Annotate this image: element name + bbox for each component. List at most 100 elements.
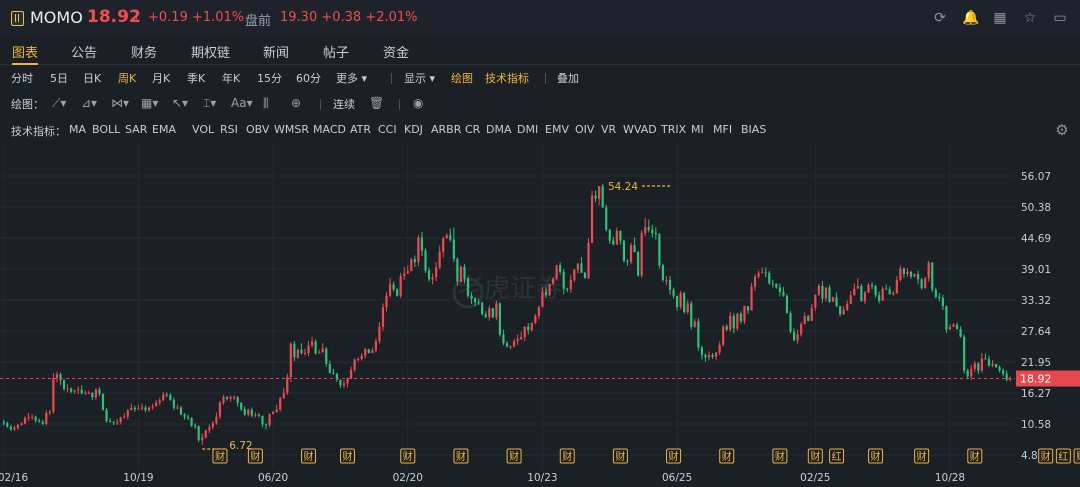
period-yearly[interactable]: 年K — [222, 70, 240, 86]
candle-body — [672, 289, 675, 296]
indicator-trix[interactable]: TRIX — [661, 123, 686, 136]
indicator-bias[interactable]: BIAS — [741, 123, 766, 136]
overlay-button[interactable]: 叠加 — [557, 70, 579, 86]
indicator-mi[interactable]: MI — [691, 123, 704, 136]
tab-posts[interactable]: 帖子 — [323, 42, 349, 61]
zoom-tool-icon[interactable]: ⊕ — [291, 96, 301, 110]
indicator-wvad[interactable]: WVAD — [623, 123, 657, 136]
event-badge-label[interactable]: 财 — [215, 450, 225, 463]
candle-body — [722, 326, 725, 345]
event-badge-label[interactable]: 财 — [304, 450, 314, 463]
candle-body — [438, 251, 441, 268]
period-15min[interactable]: 15分 — [257, 70, 282, 86]
indicator-arbr[interactable]: ARBR — [431, 123, 461, 136]
period-weekly[interactable]: 周K — [118, 70, 136, 86]
event-badge-label[interactable]: 财 — [509, 450, 519, 463]
event-badge-label[interactable]: 财 — [970, 450, 980, 463]
indicator-dmi[interactable]: DMI — [517, 123, 538, 136]
pattern-tool-icon[interactable]: ⋈▾ — [111, 96, 129, 110]
indicator-atr[interactable]: ATR — [350, 123, 371, 136]
indicator-cci[interactable]: CCI — [378, 123, 397, 136]
candle-body — [697, 321, 700, 348]
period-60min[interactable]: 60分 — [296, 70, 321, 86]
event-badge-label[interactable]: 财 — [1076, 450, 1080, 463]
indicator-vr[interactable]: VR — [601, 123, 616, 136]
indicator-sar[interactable]: SAR — [125, 123, 147, 136]
window-icon[interactable]: ▭ — [1052, 10, 1068, 26]
event-badge-label[interactable]: 财 — [456, 450, 466, 463]
candle-body — [463, 266, 466, 279]
indicator-macd[interactable]: MACD — [313, 123, 346, 136]
indicator-ema[interactable]: EMA — [152, 123, 176, 136]
tab-news[interactable]: 新闻 — [263, 42, 289, 61]
grid-icon[interactable]: ▦ — [992, 10, 1008, 26]
event-badge-label[interactable]: 财 — [722, 450, 732, 463]
indicator-rsi[interactable]: RSI — [220, 123, 238, 136]
tab-announcements[interactable]: 公告 — [71, 42, 97, 61]
fib-tool-icon[interactable]: ▦▾ — [141, 96, 158, 110]
candle-body — [38, 420, 41, 422]
tab-chart[interactable]: 图表 — [12, 42, 38, 61]
refresh-icon[interactable]: ⟳ — [932, 10, 948, 26]
period-intraday[interactable]: 分时 — [11, 70, 33, 86]
eye-icon[interactable]: ◉ — [413, 96, 423, 110]
event-badge-label[interactable]: 红 — [832, 450, 842, 463]
candle-body — [835, 297, 838, 307]
arrow-tool-icon[interactable]: ↖▾ — [172, 96, 188, 110]
event-badge-label[interactable]: 财 — [669, 450, 679, 463]
event-badge-label[interactable]: 财 — [810, 450, 820, 463]
event-badge-label[interactable]: 财 — [871, 450, 881, 463]
period-monthly[interactable]: 月K — [152, 70, 170, 86]
event-badge-label[interactable]: 财 — [250, 450, 260, 463]
bars-tool-icon[interactable]: ⫼ — [263, 96, 269, 111]
event-badge-label[interactable]: 财 — [775, 450, 785, 463]
candle-body — [849, 295, 852, 304]
tab-options-chain[interactable]: 期权链 — [191, 42, 230, 61]
indicators-toggle[interactable]: 技术指标 — [485, 70, 529, 86]
candle-body — [194, 425, 197, 427]
event-badge-label[interactable]: 财 — [343, 450, 353, 463]
indicator-mfi[interactable]: MFI — [713, 123, 732, 136]
candle-body — [941, 297, 944, 307]
text-tool-icon[interactable]: Aa▾ — [231, 96, 253, 110]
indicator-obv[interactable]: OBV — [246, 123, 269, 136]
settings-gear-icon[interactable]: ⚙ — [1054, 122, 1070, 138]
candle-body — [357, 359, 360, 361]
bell-icon[interactable]: 🔔 — [962, 10, 979, 26]
continuous-toggle[interactable]: 连续 — [333, 96, 355, 112]
period-more-dropdown[interactable]: 更多 ▾ — [336, 70, 367, 86]
indicator-oiv[interactable]: OIV — [575, 123, 594, 136]
period-daily[interactable]: 日K — [83, 70, 101, 86]
measure-tool-icon[interactable]: ⌶▾ — [203, 96, 216, 111]
drawing-toggle[interactable]: 绘图 — [451, 70, 473, 86]
event-badge-label[interactable]: 财 — [562, 450, 572, 463]
event-badge-label[interactable]: 财 — [1041, 450, 1051, 463]
candle-body — [814, 294, 817, 308]
indicator-vol[interactable]: VOL — [192, 123, 214, 136]
event-badge-label[interactable]: 财 — [615, 450, 625, 463]
indicator-kdj[interactable]: KDJ — [404, 123, 423, 136]
candle-body — [286, 376, 289, 393]
indicator-emv[interactable]: EMV — [545, 123, 569, 136]
channel-tool-icon[interactable]: ⊿▾ — [81, 96, 97, 110]
candle-body — [998, 367, 1001, 371]
indicator-cr[interactable]: CR — [465, 123, 480, 136]
event-badge-label[interactable]: 红 — [1058, 450, 1068, 463]
period-quarterly[interactable]: 季K — [187, 70, 205, 86]
tab-financials[interactable]: 财务 — [131, 42, 157, 61]
display-dropdown[interactable]: 显示 ▾ — [404, 70, 435, 86]
event-badge-label[interactable]: 财 — [403, 450, 413, 463]
star-icon[interactable]: ☆ — [1022, 10, 1038, 26]
indicator-dma[interactable]: DMA — [486, 123, 512, 136]
indicator-ma[interactable]: MA — [69, 123, 86, 136]
candlestick-chart[interactable]: 老虎证券18.9256.0750.3844.6939.0133.3227.642… — [0, 143, 1080, 487]
indicator-wmsr[interactable]: WMSR — [274, 123, 309, 136]
event-badge-label[interactable]: 财 — [917, 450, 927, 463]
candle-body — [938, 296, 941, 298]
line-tool-icon[interactable]: ⟋▾ — [52, 96, 66, 111]
x-tick-label: 02/20 — [393, 472, 423, 484]
indicator-boll[interactable]: BOLL — [92, 123, 120, 136]
period-5day[interactable]: 5日 — [50, 70, 68, 86]
tab-capital[interactable]: 资金 — [383, 42, 409, 61]
trash-icon[interactable]: 🗑 — [369, 96, 384, 110]
